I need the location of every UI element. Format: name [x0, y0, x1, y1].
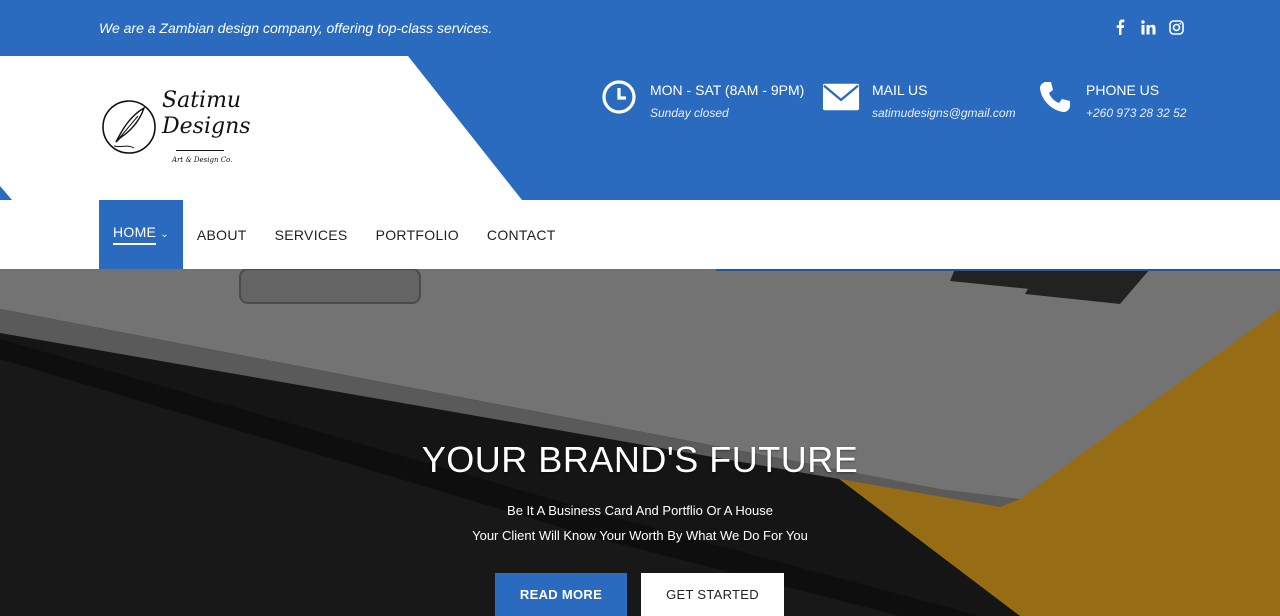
- nav-item-about[interactable]: ABOUT: [183, 200, 261, 269]
- chevron-down-icon: ⌄: [160, 229, 169, 240]
- logo-name-line1: Satimu: [162, 88, 242, 113]
- phone-icon: [1036, 78, 1074, 116]
- hero-section: YOUR BRAND'S FUTURE Be It A Business Car…: [0, 269, 1280, 616]
- read-more-button[interactable]: READ MORE: [495, 573, 627, 616]
- social-links: [1112, 18, 1184, 36]
- nav-item-home[interactable]: HOME ⌄: [99, 200, 183, 269]
- top-bar: We are a Zambian design company, offerin…: [0, 0, 1280, 56]
- linkedin-icon[interactable]: [1140, 18, 1156, 36]
- logo[interactable]: Satimu Designs Art & Design Co.: [100, 86, 251, 176]
- instagram-icon[interactable]: [1168, 18, 1184, 36]
- clock-icon: [600, 78, 638, 116]
- logo-tagline: Art & Design Co.: [172, 156, 233, 164]
- phone-label: PHONE US: [1086, 82, 1160, 98]
- hero-subtitle-2: Your Client Will Know Your Worth By What…: [472, 528, 808, 543]
- nav-item-services[interactable]: SERVICES: [261, 200, 362, 269]
- hours-label: MON - SAT (8AM - 9PM): [650, 82, 805, 98]
- phone-value[interactable]: +260 973 28 32 52: [1086, 106, 1186, 120]
- hours-value: Sunday closed: [650, 106, 729, 120]
- tagline: We are a Zambian design company, offerin…: [99, 20, 493, 36]
- hero-content: YOUR BRAND'S FUTURE Be It A Business Car…: [0, 269, 1280, 616]
- nav-item-about-label: ABOUT: [196, 226, 247, 243]
- logo-quill-icon: [102, 100, 156, 154]
- mail-label: MAIL US: [872, 82, 928, 98]
- phone-info: PHONE US +260 973 28 32 52: [1036, 78, 1186, 120]
- nav-item-portfolio-label: PORTFOLIO: [375, 226, 459, 243]
- hours-info: MON - SAT (8AM - 9PM) Sunday closed: [600, 78, 804, 120]
- header: Satimu Designs Art & Design Co. MON - SA…: [0, 56, 1280, 200]
- hero-title: YOUR BRAND'S FUTURE: [421, 439, 859, 480]
- mail-icon: [822, 78, 860, 116]
- hero-subtitle-1: Be It A Business Card And Portflio Or A …: [507, 503, 773, 518]
- logo-name-line2: Designs: [162, 114, 251, 139]
- nav-item-services-label: SERVICES: [274, 226, 348, 243]
- nav-item-contact-label: CONTACT: [486, 226, 556, 243]
- mail-info: MAIL US satimudesigns@gmail.com: [822, 78, 1016, 120]
- logo-name: Satimu Designs: [162, 88, 251, 140]
- nav-item-portfolio[interactable]: PORTFOLIO: [362, 200, 473, 269]
- nav-item-contact[interactable]: CONTACT: [473, 200, 570, 269]
- facebook-icon[interactable]: [1112, 18, 1128, 36]
- mail-value[interactable]: satimudesigns@gmail.com: [872, 106, 1016, 120]
- nav-item-home-label: HOME: [113, 224, 157, 245]
- logo-divider: [176, 150, 224, 151]
- main-nav: HOME ⌄ ABOUT SERVICES PORTFOLIO CONTACT: [0, 200, 1280, 269]
- get-started-button[interactable]: GET STARTED: [641, 573, 784, 616]
